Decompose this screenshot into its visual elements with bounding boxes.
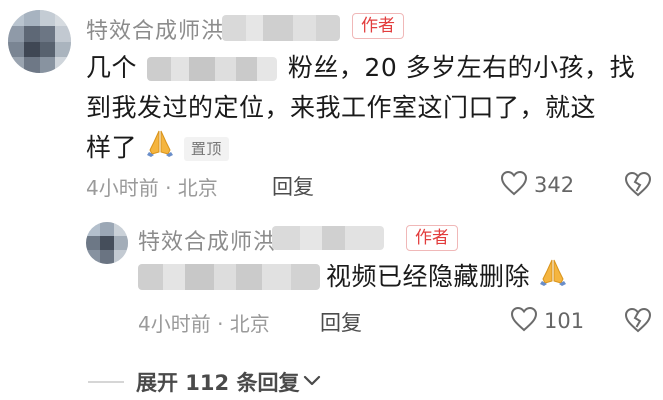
reply-like-button[interactable]: 101	[510, 306, 584, 336]
reply-author[interactable]: 特效合成师洪	[138, 224, 276, 256]
pray-hands-icon	[145, 128, 175, 170]
redacted-author-suffix	[222, 15, 340, 41]
author-tag: 作者	[352, 13, 404, 39]
chevron-down-icon	[303, 373, 321, 392]
pray-hands-icon	[538, 257, 568, 299]
comment-time-location: 4小时前 · 北京	[86, 176, 218, 200]
like-button[interactable]: 342	[500, 170, 574, 200]
heart-icon	[510, 306, 538, 336]
reply-author-tag: 作者	[406, 225, 458, 251]
comment-text-part-2: 粉丝，20 多岁左右的小孩，找	[287, 53, 636, 82]
comment-line-3: 样了 置顶	[86, 128, 229, 170]
reply-time-location: 4小时前 · 北京	[138, 312, 270, 336]
comment-author[interactable]: 特效合成师洪	[86, 13, 224, 45]
redacted-fan-name	[147, 57, 278, 81]
reply-text-line: 视频已经隐藏删除	[326, 257, 568, 299]
reply-dislike-button[interactable]	[624, 307, 652, 337]
dislike-button[interactable]	[624, 171, 652, 201]
reply-like-count: 101	[544, 309, 585, 333]
expand-replies-button[interactable]: 展开 112 条回复	[136, 367, 321, 397]
heart-icon	[500, 170, 528, 200]
comment-line-1: 几个 粉丝，20 多岁左右的小孩，找	[86, 48, 635, 88]
comment-line-2: 到我发过的定位，来我工作室这门口了，就这	[86, 93, 597, 122]
broken-heart-icon	[624, 307, 652, 337]
reply-avatar[interactable]	[86, 222, 128, 264]
redacted-mention	[138, 264, 320, 290]
like-count: 342	[534, 173, 575, 197]
reply-reply-button[interactable]: 回复	[320, 307, 362, 337]
reply-button[interactable]: 回复	[272, 171, 314, 201]
comment-text-part-3: 样了	[86, 133, 138, 162]
expand-divider	[88, 381, 124, 383]
broken-heart-icon	[624, 171, 652, 201]
reply-text: 视频已经隐藏删除	[326, 262, 531, 291]
comment-text-part-1: 几个	[86, 53, 138, 82]
redacted-reply-author-suffix	[272, 226, 384, 250]
avatar[interactable]	[8, 10, 71, 73]
pinned-badge: 置顶	[183, 137, 229, 161]
expand-replies-label: 展开 112 条回复	[136, 371, 300, 395]
